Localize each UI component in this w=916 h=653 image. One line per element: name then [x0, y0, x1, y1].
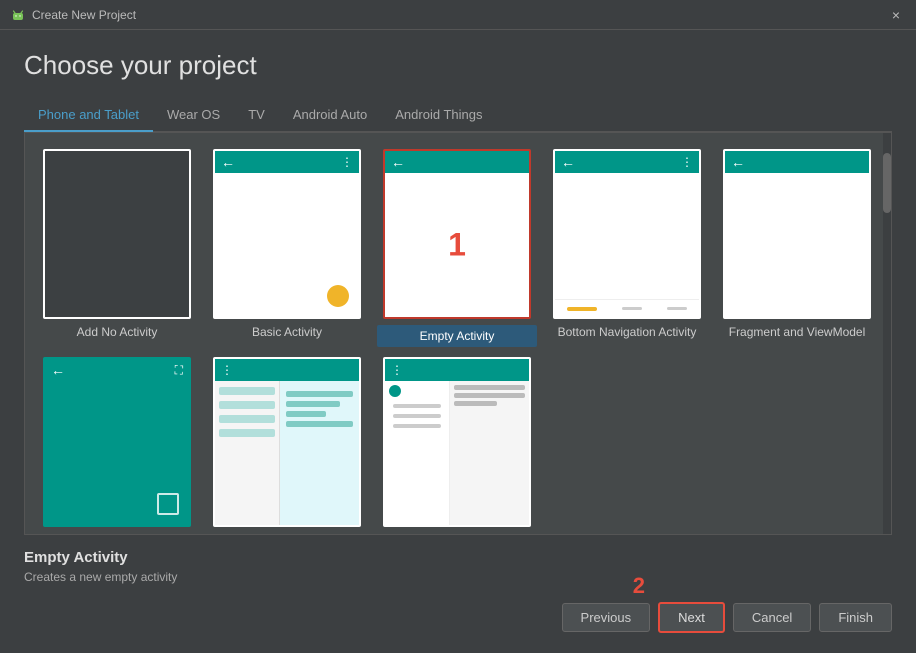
- back-arrow-icon: ←: [731, 154, 745, 170]
- tab-android-things[interactable]: Android Things: [381, 99, 496, 132]
- gallery-grid: Add No Activity ← ⋮: [25, 133, 891, 535]
- label-basic-activity: Basic Activity: [248, 325, 326, 339]
- label-empty-activity: Empty Activity: [377, 325, 537, 347]
- annotation-1: 1: [448, 227, 466, 264]
- tab-tv[interactable]: TV: [234, 99, 279, 132]
- tab-phone-tablet[interactable]: Phone and Tablet: [24, 99, 153, 132]
- menu-dots-icon: ⋮: [681, 155, 693, 169]
- back-arrow-icon: ←: [391, 154, 405, 170]
- gallery-item-fragment-viewmodel[interactable]: ← Fragment and ViewModel: [717, 149, 877, 347]
- thumb-fragment-viewmodel: ←: [723, 149, 871, 319]
- page-title: Choose your project: [24, 50, 892, 81]
- thumb-fullscreen: ← ⛶: [43, 357, 191, 527]
- thumb-empty-activity: ← 1: [383, 149, 531, 319]
- gallery-item-basic-activity[interactable]: ← ⋮ Basic Activity: [207, 149, 367, 347]
- info-section: Empty Activity Creates a new empty activ…: [24, 535, 892, 594]
- menu-dots-icon: ⋮: [391, 363, 403, 377]
- info-desc: Creates a new empty activity: [24, 570, 892, 584]
- label-fragment-viewmodel: Fragment and ViewModel: [725, 325, 870, 339]
- label-add-no-activity: Add No Activity: [73, 325, 162, 339]
- scrollbar-track[interactable]: [883, 133, 891, 534]
- tab-android-auto[interactable]: Android Auto: [279, 99, 381, 132]
- gallery-item-nav-drawer[interactable]: ⋮: [377, 357, 537, 535]
- title-bar: Create New Project ×: [0, 0, 916, 30]
- menu-dots-icon: ⋮: [341, 155, 353, 169]
- tabs-bar: Phone and Tablet Wear OS TV Android Auto…: [24, 99, 892, 132]
- title-bar-left: Create New Project: [10, 7, 136, 23]
- scrollbar-thumb[interactable]: [883, 153, 891, 213]
- title-bar-title: Create New Project: [32, 8, 136, 22]
- gallery-item-fullscreen[interactable]: ← ⛶ Fullscreen Activity: [37, 357, 197, 535]
- label-nav-drawer: Navigation Drawer Activity: [383, 533, 530, 535]
- back-arrow-icon: ←: [221, 154, 235, 170]
- previous-button[interactable]: Previous: [562, 603, 651, 632]
- android-icon: [10, 7, 26, 23]
- thumb-master-detail: ⋮: [213, 357, 361, 527]
- label-bottom-nav: Bottom Navigation Activity: [554, 325, 701, 339]
- finish-button[interactable]: Finish: [819, 603, 892, 632]
- gallery-item-add-no-activity[interactable]: Add No Activity: [37, 149, 197, 347]
- gallery-container: Add No Activity ← ⋮: [24, 132, 892, 535]
- back-arrow-icon: ←: [561, 154, 575, 170]
- thumb-bottom-nav: ← ⋮: [553, 149, 701, 319]
- next-button[interactable]: Next: [658, 602, 725, 633]
- fab-icon: [327, 285, 349, 307]
- thumb-basic-activity: ← ⋮: [213, 149, 361, 319]
- thumb-add-no-activity: [43, 149, 191, 319]
- close-button[interactable]: ×: [886, 5, 906, 25]
- gallery-item-bottom-nav[interactable]: ← ⋮ Bottom Navigation Activity: [547, 149, 707, 347]
- fullscreen-icon: ⛶: [175, 363, 183, 378]
- back-arrow-icon: ←: [51, 362, 65, 378]
- thumb-nav-drawer: ⋮: [383, 357, 531, 527]
- window: Create New Project × Choose your project…: [0, 0, 916, 653]
- label-fullscreen: Fullscreen Activity: [65, 533, 169, 535]
- tab-wear-os[interactable]: Wear OS: [153, 99, 234, 132]
- label-master-detail: Master/Detail Flow: [233, 533, 340, 535]
- gallery-item-empty-activity[interactable]: ← 1 Empty Activity: [377, 149, 537, 347]
- footer: 2 Previous Next Cancel Finish: [24, 594, 892, 637]
- info-title: Empty Activity: [24, 549, 892, 566]
- gallery-item-master-detail[interactable]: ⋮: [207, 357, 367, 535]
- main-content: Choose your project Phone and Tablet Wea…: [0, 30, 916, 653]
- cancel-button[interactable]: Cancel: [733, 603, 811, 632]
- menu-dots-icon: ⋮: [221, 363, 233, 377]
- annotation-2: 2: [633, 573, 645, 599]
